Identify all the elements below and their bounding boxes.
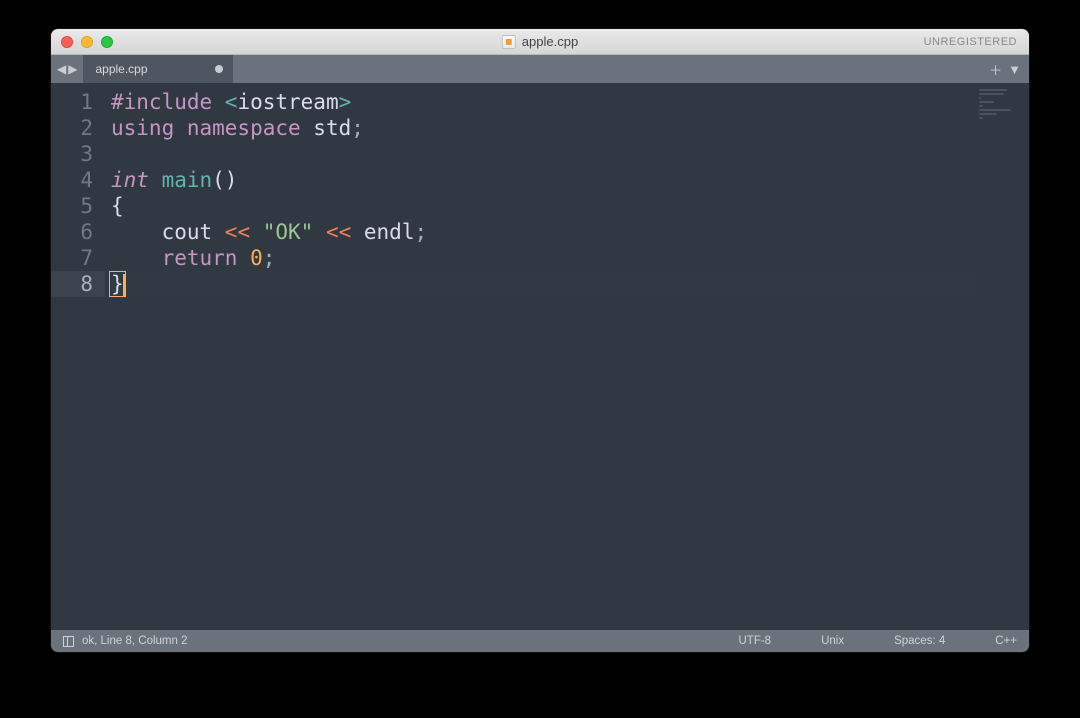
registration-status: UNREGISTERED: [924, 36, 1017, 48]
editor-window: apple.cpp UNREGISTERED ◀ ▶ apple.cpp ＋ ▼…: [50, 28, 1030, 653]
code-line[interactable]: }: [111, 271, 975, 297]
tab-dropdown-icon[interactable]: ▼: [1008, 62, 1021, 77]
code-line[interactable]: #include <iostream>: [111, 89, 975, 115]
text-cursor: [123, 274, 125, 296]
code-line[interactable]: {: [111, 193, 975, 219]
minimize-window-button[interactable]: [81, 36, 93, 48]
minimap[interactable]: [975, 83, 1029, 630]
editor-area[interactable]: 12345678 #include <iostream>using namesp…: [51, 83, 1029, 630]
tabbar: ◀ ▶ apple.cpp ＋ ▼: [51, 55, 1029, 83]
tab-actions: ＋ ▼: [989, 55, 1021, 83]
window-title: apple.cpp: [502, 34, 578, 49]
code-content[interactable]: #include <iostream>using namespace std; i…: [105, 83, 975, 630]
line-number[interactable]: 8: [51, 271, 105, 297]
line-number[interactable]: 5: [51, 193, 105, 219]
statusbar: ok, Line 8, Column 2 UTF-8 Unix Spaces: …: [51, 630, 1029, 652]
status-encoding[interactable]: UTF-8: [738, 635, 771, 647]
status-indent[interactable]: Spaces: 4: [894, 635, 945, 647]
status-syntax[interactable]: C++: [995, 635, 1017, 647]
status-right: UTF-8 Unix Spaces: 4 C++: [738, 635, 1017, 647]
zoom-window-button[interactable]: [101, 36, 113, 48]
line-number[interactable]: 3: [51, 141, 105, 167]
new-tab-icon[interactable]: ＋: [989, 60, 1002, 79]
code-line[interactable]: cout << "OK" << endl;: [111, 219, 975, 245]
file-icon: [502, 35, 516, 49]
status-line-ending[interactable]: Unix: [821, 635, 844, 647]
sidebar-toggle-icon[interactable]: [63, 636, 74, 647]
line-number[interactable]: 1: [51, 89, 105, 115]
status-left: ok, Line 8, Column 2: [63, 635, 187, 647]
nav-arrows: ◀ ▶: [51, 55, 83, 83]
close-window-button[interactable]: [61, 36, 73, 48]
nav-forward-icon[interactable]: ▶: [68, 62, 77, 76]
code-line[interactable]: return 0;: [111, 245, 975, 271]
tab-dirty-indicator-icon: [215, 65, 223, 73]
code-line[interactable]: using namespace std;: [111, 115, 975, 141]
traffic-lights: [51, 36, 113, 48]
line-number[interactable]: 4: [51, 167, 105, 193]
titlebar: apple.cpp UNREGISTERED: [51, 29, 1029, 55]
tab-apple-cpp[interactable]: apple.cpp: [83, 55, 233, 83]
tab-label: apple.cpp: [95, 62, 147, 76]
nav-back-icon[interactable]: ◀: [57, 62, 66, 76]
status-cursor-position[interactable]: ok, Line 8, Column 2: [82, 635, 187, 647]
code-line[interactable]: int main(): [111, 167, 975, 193]
line-number-gutter[interactable]: 12345678: [51, 83, 105, 630]
line-number[interactable]: 2: [51, 115, 105, 141]
line-number[interactable]: 6: [51, 219, 105, 245]
code-line[interactable]: [111, 141, 975, 167]
line-number[interactable]: 7: [51, 245, 105, 271]
window-title-text: apple.cpp: [522, 34, 578, 49]
